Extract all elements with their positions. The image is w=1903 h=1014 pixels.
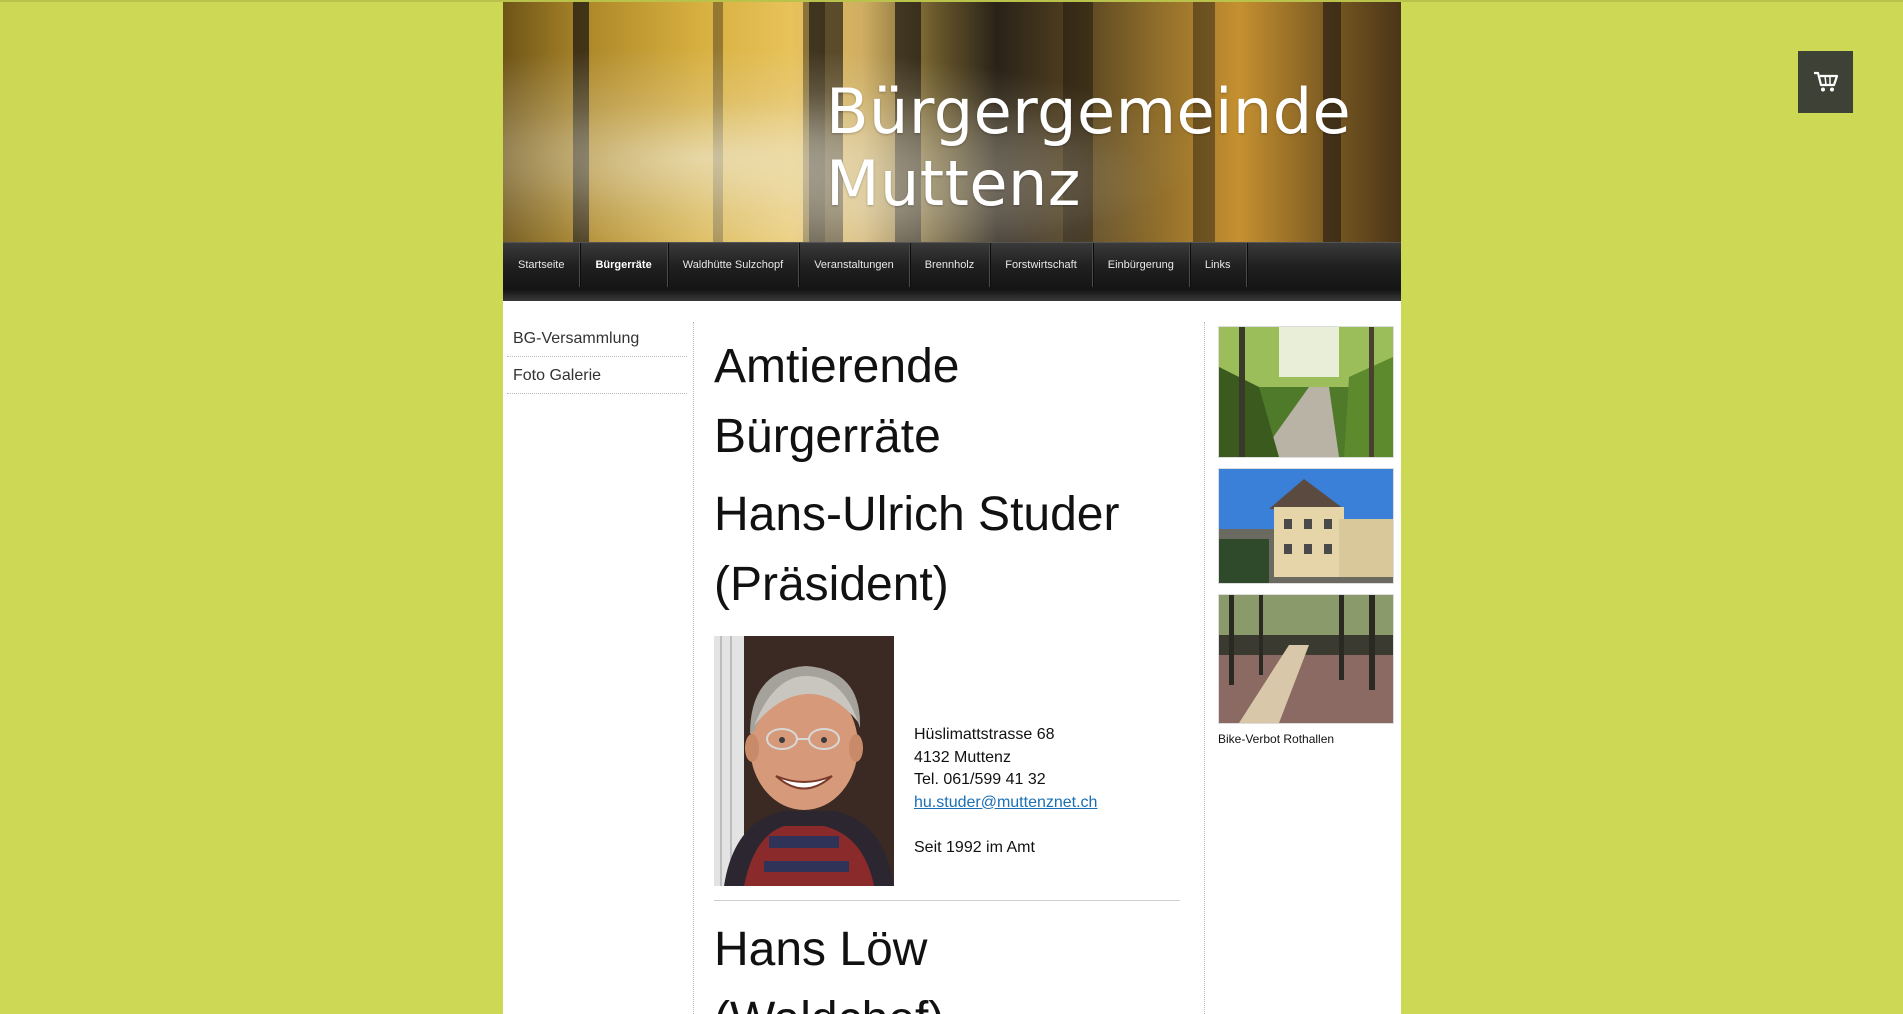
photo-caption: Bike-Verbot Rothallen	[1218, 732, 1335, 746]
person-role: (Präsident)	[714, 558, 949, 611]
site-title-line1: Bürgergemeinde	[826, 75, 1352, 148]
nav-item-forstwirtschaft[interactable]: Forstwirtschaft	[990, 243, 1093, 287]
sidebar-subnav: BG-Versammlung Foto Galerie	[507, 320, 687, 394]
person-role: (Waldchef)	[714, 993, 944, 1014]
photo-building[interactable]	[1218, 468, 1394, 584]
contact-since: Seit 1992 im Amt	[914, 838, 1035, 856]
portrait-photo	[714, 636, 894, 886]
nav-item-einbuergerung[interactable]: Einbürgerung	[1093, 243, 1190, 287]
page-title: Amtierende Bürgerräte	[714, 332, 1180, 472]
contact-phone: Tel. 061/599 41 32	[914, 771, 1046, 788]
nav-item-buergerraete[interactable]: Bürgerräte	[580, 243, 668, 287]
person-card: Hüslimattstrasse 68 4132 Muttenz Tel. 06…	[714, 636, 1180, 886]
sidebar-item-foto-galerie[interactable]: Foto Galerie	[507, 357, 687, 394]
shopping-cart-button[interactable]	[1798, 51, 1853, 113]
main-content: Amtierende Bürgerräte Hans-Ulrich Studer…	[714, 332, 1180, 1014]
nav-item-links[interactable]: Links	[1190, 243, 1247, 287]
site-title-line2: Muttenz	[826, 147, 1081, 220]
person-name: Hans-Ulrich Studer	[714, 488, 1120, 541]
nav-item-waldhuette-sulzchopf[interactable]: Waldhütte Sulzchopf	[668, 243, 800, 287]
section-separator	[714, 900, 1180, 901]
site-header-banner: Bürgergemeinde Muttenz	[503, 2, 1401, 242]
person-name: Hans Löw	[714, 923, 928, 976]
column-divider	[1204, 322, 1205, 1014]
photo-boardwalk[interactable]	[1218, 594, 1394, 724]
contact-city: 4132 Muttenz	[914, 748, 1011, 766]
nav-item-startseite[interactable]: Startseite	[503, 243, 581, 287]
contact-address: Hüslimattstrasse 68	[914, 726, 1055, 743]
sidebar-item-bg-versammlung[interactable]: BG-Versammlung	[507, 320, 687, 357]
right-sidebar: Bike-Verbot Rothallen	[1218, 326, 1394, 746]
contact-details: Hüslimattstrasse 68 4132 Muttenz Tel. 06…	[914, 724, 1097, 859]
site-title[interactable]: Bürgergemeinde Muttenz	[826, 76, 1351, 220]
column-divider	[693, 322, 694, 1014]
contact-email-link[interactable]: hu.studer@muttenznet.ch	[914, 794, 1097, 811]
portrait-image	[714, 636, 894, 886]
person-name-heading: Hans Löw (Waldchef)	[714, 915, 1180, 1014]
main-navigation: Startseite Bürgerräte Waldhütte Sulzchop…	[503, 242, 1401, 301]
page-title-line1: Amtierende	[714, 340, 960, 393]
cart-icon	[1813, 71, 1838, 92]
page-title-line2: Bürgerräte	[714, 410, 941, 463]
nav-item-veranstaltungen[interactable]: Veranstaltungen	[799, 243, 910, 287]
page-container: Bürgergemeinde Muttenz Startseite Bürger…	[503, 2, 1401, 1014]
person-name-heading: Hans-Ulrich Studer (Präsident)	[714, 480, 1180, 620]
nav-item-brennholz[interactable]: Brennholz	[910, 243, 991, 287]
photo-forest-path[interactable]	[1218, 326, 1394, 458]
